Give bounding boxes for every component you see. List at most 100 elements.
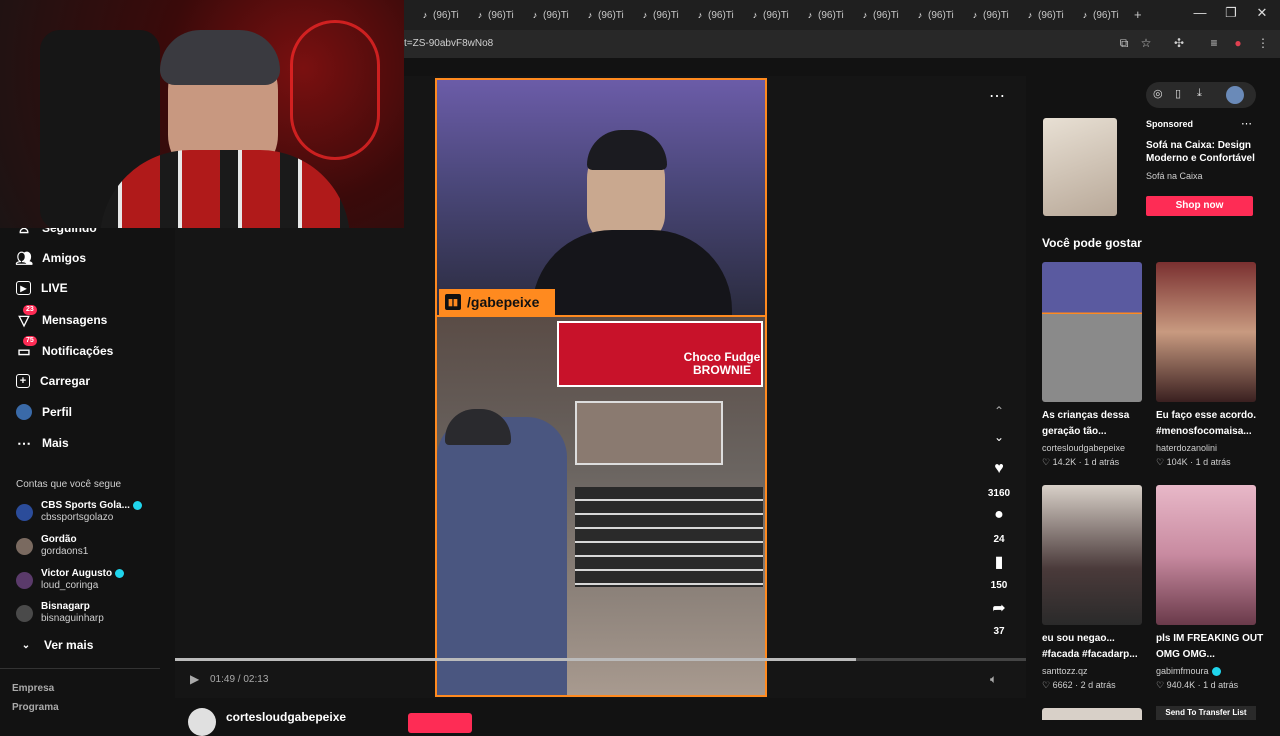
- recommendation-thumbnail[interactable]: [1156, 485, 1256, 625]
- messages-icon: ▽ 23: [16, 305, 37, 328]
- profile-avatar-icon[interactable]: ●: [1230, 36, 1246, 50]
- notifications-badge: 75: [23, 336, 37, 346]
- messages-badge: 23: [23, 305, 37, 315]
- browser-tab[interactable]: ♪ (96)Ti: [420, 7, 459, 23]
- see-more-button[interactable]: ⌄ Ver mais: [18, 637, 94, 653]
- previous-video-icon[interactable]: ⌃: [989, 404, 1009, 418]
- recommendation-user[interactable]: gabimfmoura: [1156, 666, 1221, 677]
- footer-link[interactable]: Empresa: [12, 683, 54, 694]
- comment-icon[interactable]: ●: [989, 506, 1009, 524]
- upload-icon: +: [16, 374, 30, 388]
- recommendation-thumbnail[interactable]: [1042, 262, 1142, 402]
- next-video-icon[interactable]: ⌄: [989, 430, 1009, 444]
- url-text[interactable]: t=ZS-90abvF8wNo8: [404, 38, 493, 49]
- browser-tab[interactable]: ♪ (96)Ti: [640, 7, 679, 23]
- sidebar-item-live[interactable]: ▶ LIVE: [16, 281, 68, 295]
- streamer-cap: [587, 130, 667, 170]
- tiktok-icon: ♪: [587, 10, 593, 20]
- recommendation-title[interactable]: Eu faço esse acordo. #menosfocomaisa...: [1156, 408, 1268, 440]
- following-account[interactable]: Bisnagarp bisnaguinharp: [16, 601, 104, 625]
- recommendation-user[interactable]: haterdozanolini: [1156, 443, 1217, 453]
- close-window-button[interactable]: ✕: [1252, 5, 1272, 21]
- streamer-webcam-overlay: [0, 0, 404, 228]
- browser-tab[interactable]: ♪ (96)Ti: [750, 7, 789, 23]
- recommendation-title[interactable]: As crianças dessa geração tão...: [1042, 408, 1154, 440]
- browser-tab[interactable]: ♪ (96)Ti: [1025, 7, 1064, 23]
- share-icon[interactable]: ➦: [989, 598, 1009, 618]
- video-player[interactable]: ▮▮ /gabepeixe Choco Fudge BROWNIE: [435, 78, 767, 697]
- sidebar-item-messages[interactable]: ▽ 23 Mensagens: [16, 305, 107, 328]
- streamer-hoodie: [532, 230, 732, 320]
- tiktok-icon: ♪: [972, 10, 978, 20]
- mobile-icon[interactable]: ▯: [1175, 87, 1181, 100]
- progress-fill: [175, 658, 856, 661]
- footer-link[interactable]: Programa: [12, 702, 59, 713]
- following-account[interactable]: CBS Sports Gola... cbssportsgolazo: [16, 500, 142, 524]
- browser-tab[interactable]: ♪ (96)Ti: [695, 7, 734, 23]
- sidebar-item-notifications[interactable]: ▭ 75 Notificações: [16, 336, 113, 359]
- star-icon[interactable]: ☆: [1138, 36, 1154, 50]
- recommendation-thumbnail[interactable]: [1042, 485, 1142, 625]
- tiktok-icon: ♪: [807, 10, 813, 20]
- ad-options-icon[interactable]: ⋯: [1241, 117, 1252, 130]
- twitch-icon: ▮▮: [445, 294, 461, 310]
- recommendation-thumbnail[interactable]: [1156, 262, 1256, 402]
- browser-tab[interactable]: ♪ (96)Ti: [475, 7, 514, 23]
- sidebar-item-upload[interactable]: + Carregar: [16, 374, 90, 388]
- browser-tab[interactable]: ♪ (96)Ti: [860, 7, 899, 23]
- explore-icon[interactable]: ◎: [1153, 87, 1163, 100]
- minimize-button[interactable]: —: [1190, 5, 1210, 20]
- browser-tab[interactable]: ♪ (96)Ti: [1080, 7, 1119, 23]
- recommendation-meta: ♡ 940.4K · 1 d atrás: [1156, 680, 1239, 690]
- sidebar-item-profile[interactable]: Perfil: [16, 404, 72, 420]
- author-name[interactable]: cortesloudgabepeixe: [226, 710, 346, 724]
- reading-list-icon[interactable]: ≡: [1206, 36, 1222, 50]
- browser-tab[interactable]: ♪ (96)Ti: [530, 7, 569, 23]
- restore-button[interactable]: ❐: [1221, 5, 1241, 21]
- recommendation-title[interactable]: pls IM FREAKING OUT OMG OMG...: [1156, 631, 1268, 663]
- new-tab-button[interactable]: +: [1134, 6, 1142, 22]
- sidebar-item-friends[interactable]: 👥︎ Amigos: [15, 250, 86, 266]
- following-account[interactable]: Victor Augusto loud_coringa: [16, 568, 125, 592]
- verified-icon: [115, 568, 125, 578]
- play-icon[interactable]: ▶: [190, 672, 199, 686]
- browser-tab[interactable]: ♪ (96)Ti: [915, 7, 954, 23]
- recommendation-title[interactable]: eu sou negao... #facada #facadarp...: [1042, 631, 1154, 663]
- streamer-camera: [437, 80, 765, 320]
- browser-tab[interactable]: ♪ (96)Ti: [805, 7, 844, 23]
- twitch-handle-tag: ▮▮ /gabepeixe: [439, 289, 555, 315]
- cast-icon[interactable]: ⧉: [1116, 36, 1132, 51]
- following-account[interactable]: Gordão gordaons1: [16, 534, 88, 558]
- author-avatar[interactable]: [188, 708, 216, 736]
- browser-tab[interactable]: ♪ (96)Ti: [585, 7, 624, 23]
- user-avatar[interactable]: [1226, 86, 1244, 104]
- browser-menu-icon[interactable]: ⋮: [1255, 36, 1271, 50]
- heart-icon[interactable]: ♥: [989, 460, 1009, 478]
- game-character: [437, 417, 567, 695]
- game-scene: Choco Fudge BROWNIE: [437, 315, 765, 695]
- ad-thumbnail[interactable]: [1043, 118, 1117, 216]
- transfer-list-label: Send To Transfer List: [1156, 706, 1256, 720]
- progress-bar[interactable]: [175, 658, 1026, 661]
- recommendation-user[interactable]: santtozz.qz: [1042, 666, 1088, 676]
- verified-icon: [132, 500, 142, 510]
- comment-count: 24: [993, 534, 1005, 545]
- follow-button[interactable]: [408, 713, 472, 733]
- sponsored-label: Sponsored: [1146, 119, 1194, 129]
- avatar: [16, 604, 33, 622]
- bookmark-count: 150: [990, 580, 1008, 591]
- ad-title[interactable]: Sofá na Caixa: Design Moderno e Confortá…: [1146, 139, 1258, 165]
- video-options-icon[interactable]: ⋯: [989, 86, 1005, 106]
- extensions-icon[interactable]: ✣: [1171, 36, 1187, 50]
- browser-tab[interactable]: ♪ (96)Ti: [970, 7, 1009, 23]
- shop-now-button[interactable]: Shop now: [1146, 196, 1253, 216]
- download-icon[interactable]: ⤓: [1197, 87, 1202, 100]
- bookmark-icon[interactable]: ▮: [989, 552, 1009, 572]
- recommendation-thumbnail[interactable]: [1042, 708, 1142, 720]
- volume-icon[interactable]: 🔈︎: [990, 672, 997, 687]
- recommendation-user[interactable]: cortesloudgabepeixe: [1042, 443, 1125, 453]
- heart-outline-icon: ♡: [1042, 680, 1051, 690]
- sidebar-item-more[interactable]: ⋯ Mais: [16, 435, 69, 451]
- tiktok-icon: ♪: [862, 10, 868, 20]
- character-cap: [445, 409, 511, 445]
